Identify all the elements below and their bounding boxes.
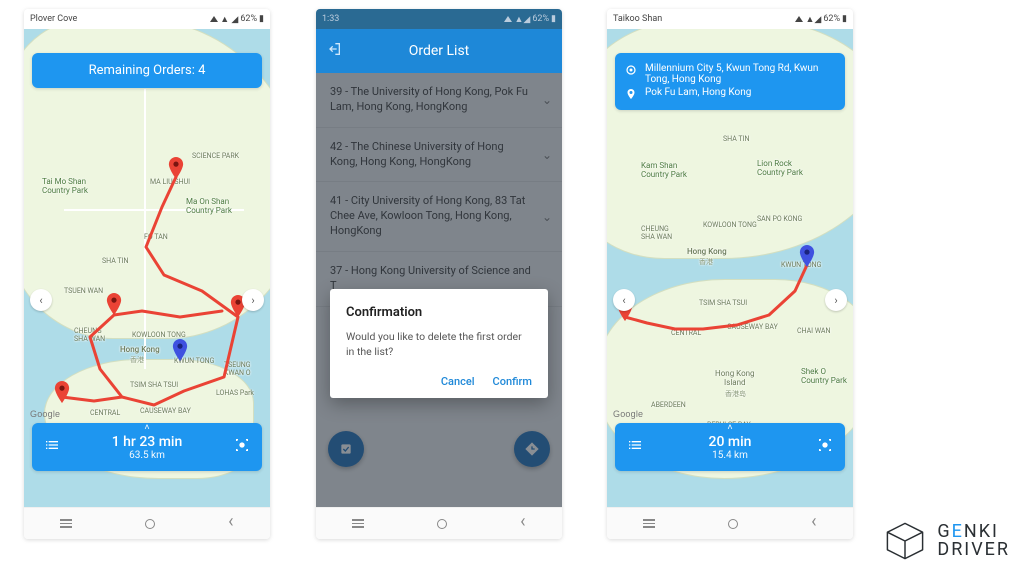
nav-back-button[interactable]	[811, 516, 816, 531]
nav-back-button[interactable]	[228, 516, 233, 531]
list-icon[interactable]	[44, 437, 60, 457]
phone-remaining-orders: Plover Cove ▲ ◢ 62% ▮ Hong Kong 香港 Hong …	[24, 9, 270, 539]
map-next-button[interactable]: ›	[242, 289, 264, 311]
exit-icon[interactable]	[326, 41, 342, 61]
android-nav-bar	[24, 507, 270, 539]
order-list[interactable]: 39 - The University of Hong Kong, Pok Fu…	[316, 73, 562, 507]
map-pin-red-1	[168, 157, 184, 179]
nav-recents-button[interactable]	[643, 519, 655, 528]
status-location-hint: Plover Cove	[30, 14, 77, 24]
trip-summary-bar[interactable]: ˄ 20 min 15.4 km	[615, 423, 845, 471]
nav-recents-button[interactable]	[60, 519, 72, 528]
phone-order-list: 1:33 ▲◢ 62% ▮ Order List 39 - The Univer…	[316, 9, 562, 539]
status-location-hint: Taikoo Shan	[613, 14, 662, 24]
list-icon[interactable]	[627, 437, 643, 457]
route-endpoints-banner: Millennium City 5, Kwun Tong Rd, Kwun To…	[615, 53, 845, 110]
dialog-title: Confirmation	[346, 305, 532, 320]
remaining-orders-banner: Remaining Orders: 4	[32, 53, 262, 88]
trip-summary-text: 1 hr 23 min 63.5 km	[112, 434, 183, 461]
dialog-body: Would you like to delete the first order…	[346, 330, 532, 359]
origin-text: Millennium City 5, Kwun Tong Rd, Kwun To…	[645, 63, 835, 85]
app-bar: Order List	[316, 29, 562, 73]
map[interactable]: Hong Kong 香港 Hong Kong Island 香港岛 Kam Sh…	[607, 29, 853, 507]
confirmation-dialog: Confirmation Would you like to delete th…	[330, 289, 548, 398]
phone-navigation: Taikoo Shan ▲◢ 62% ▮ Hong Kong 香港 Hong K…	[607, 9, 853, 539]
cancel-button[interactable]: Cancel	[441, 375, 475, 388]
status-time: 1:33	[322, 14, 339, 24]
status-bar: Plover Cove ▲ ◢ 62% ▮	[24, 9, 270, 29]
destination-text: Pok Fu Lam, Hong Kong	[645, 87, 751, 98]
android-nav-bar	[607, 507, 853, 539]
nav-back-button[interactable]	[520, 516, 525, 531]
destination-icon	[625, 88, 637, 100]
nav-home-button[interactable]	[728, 519, 738, 529]
trip-summary-text: 20 min 15.4 km	[709, 434, 752, 461]
nav-recents-button[interactable]	[352, 519, 364, 528]
map-pin-origin-blue	[799, 245, 815, 267]
nav-home-button[interactable]	[145, 519, 155, 529]
brand-line2: DRIVER	[937, 541, 1010, 559]
android-nav-bar	[316, 507, 562, 539]
status-bar: Taikoo Shan ▲◢ 62% ▮	[607, 9, 853, 29]
map-next-button[interactable]: ›	[825, 289, 847, 311]
chevron-up-icon: ˄	[144, 422, 149, 433]
status-right: ▲ ◢ 62% ▮	[210, 14, 264, 25]
map-pin-red-3	[106, 293, 122, 315]
map-prev-button[interactable]: ‹	[613, 289, 635, 311]
cube-icon	[883, 519, 927, 563]
status-right: ▲◢ 62% ▮	[795, 14, 847, 25]
app-bar-title: Order List	[409, 43, 470, 59]
nav-home-button[interactable]	[437, 519, 447, 529]
map-pin-red-4	[54, 381, 70, 403]
recenter-icon[interactable]	[817, 437, 833, 457]
confirm-button[interactable]: Confirm	[493, 375, 532, 388]
map-prev-button[interactable]: ‹	[30, 289, 52, 311]
status-bar: 1:33 ▲◢ 62% ▮	[316, 9, 562, 29]
brand-logo: GENKI DRIVER	[883, 519, 1010, 563]
map[interactable]: Hong Kong 香港 Hong Kong Island 香港岛 Tai Mo…	[24, 29, 270, 507]
google-attribution: Google	[613, 409, 643, 419]
status-right: ▲◢ 62% ▮	[504, 14, 556, 25]
chevron-up-icon: ˄	[727, 422, 732, 433]
recenter-icon[interactable]	[234, 437, 250, 457]
origin-icon	[625, 64, 637, 76]
map-pin-current-blue	[172, 339, 188, 361]
google-attribution: Google	[30, 409, 60, 419]
trip-summary-bar[interactable]: ˄ 1 hr 23 min 63.5 km	[32, 423, 262, 471]
